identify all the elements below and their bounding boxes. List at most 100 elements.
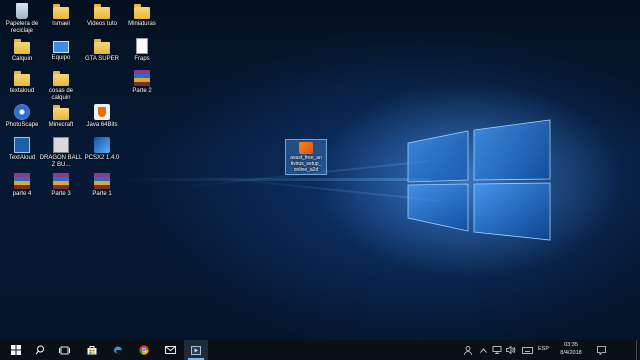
- people-button[interactable]: [462, 340, 474, 360]
- chevron-up-icon: [479, 347, 487, 353]
- desktop-icon-label: Equipo: [51, 55, 71, 61]
- keyboard-icon: [521, 346, 533, 354]
- start-button[interactable]: [4, 340, 28, 360]
- photoscape-icon: [14, 104, 30, 120]
- computer-icon: [53, 41, 69, 53]
- avast-installer-icon: [299, 142, 313, 154]
- network-icon: [492, 346, 502, 354]
- desktop-icon-label: Parte 3: [51, 191, 71, 197]
- logo-pane-bottom-left: [407, 183, 469, 232]
- clock-time: 03:35: [564, 342, 578, 348]
- desktop-icon-label: Parte 2: [132, 88, 152, 94]
- search-button[interactable]: [28, 340, 52, 360]
- winrar-archive-icon: [134, 70, 150, 86]
- folder-icon: [53, 105, 69, 120]
- folder-icon: [94, 4, 110, 19]
- desktop-icon-label: parte 4: [12, 191, 32, 197]
- chrome-button[interactable]: [132, 340, 156, 360]
- desktop-icon-cosas-de-calquin[interactable]: cosas de calquin: [39, 70, 83, 102]
- desktop-icon-label: PCSX2 1.4.0: [84, 155, 120, 161]
- desktop-icon-label: textaloud: [9, 88, 35, 94]
- folder-icon: [134, 4, 150, 19]
- edge-icon: [113, 346, 122, 354]
- desktop-icon-dragon-ball[interactable]: DRAGON BALL Z BU...: [39, 137, 83, 169]
- desktop-icon-label: cosas de calquin: [48, 88, 73, 101]
- desktop-icon-label: Videos tuto: [87, 21, 117, 27]
- desktop-icon-recycle-bin[interactable]: Papelera de reciclaje: [0, 3, 44, 35]
- desktop-icon-label: DRAGON BALL Z BU...: [39, 155, 83, 168]
- desktop-icon-parte-3[interactable]: Parte 3: [39, 173, 83, 198]
- winrar-archive-icon: [53, 173, 69, 189]
- folder-icon: [53, 4, 69, 19]
- search-icon: [35, 345, 44, 355]
- desktop-icon-label: Miniaturas: [128, 21, 156, 27]
- volume-button[interactable]: [505, 340, 517, 360]
- desktop-icon-parte-4[interactable]: parte 4: [0, 173, 44, 198]
- desktop-icon-label: GTA SUPER: [85, 56, 119, 62]
- folder-icon: [14, 39, 30, 54]
- notification-icon: [596, 345, 606, 355]
- desktop-icon-fraps[interactable]: Fraps: [120, 38, 164, 63]
- desktop-icon-minecraft[interactable]: Minecraft: [39, 104, 83, 129]
- network-button[interactable]: [491, 340, 503, 360]
- keyboard-button[interactable]: [520, 340, 534, 360]
- person-icon: [464, 345, 472, 355]
- clock-date: 8/4/2018: [560, 350, 582, 356]
- folder-icon: [53, 71, 69, 86]
- taskbar: ESP 03:35 8/4/2018: [0, 340, 640, 360]
- desktop-icon-textaloud-folder[interactable]: textaloud: [0, 70, 44, 95]
- desktop-icon-parte-2[interactable]: Parte 2: [120, 70, 164, 95]
- logo-pane-top-right: [473, 119, 551, 181]
- desktop-icon-label: Fraps: [134, 56, 150, 62]
- desktop-icon-java[interactable]: Java 64Bits: [80, 104, 124, 129]
- hidden-icons-button[interactable]: [478, 340, 488, 360]
- recycle-bin-icon: [16, 3, 28, 19]
- mail-button[interactable]: [158, 340, 182, 360]
- desktop-icon-parte-1[interactable]: Parte 1: [80, 173, 124, 198]
- java-icon: [94, 104, 110, 120]
- logo-pane-top-left: [407, 130, 469, 183]
- mail-icon: [164, 346, 176, 354]
- running-app-button[interactable]: [184, 340, 208, 360]
- folder-icon: [14, 71, 30, 86]
- desktop-icon-photoscape[interactable]: PhotoScape: [0, 104, 44, 129]
- desktop[interactable]: Papelera de reciclaje Calquin textaloud …: [0, 0, 640, 340]
- desktop-icon-label: Ismael: [52, 21, 70, 27]
- input-language-indicator[interactable]: ESP: [538, 346, 549, 352]
- task-view-icon: [58, 346, 70, 354]
- desktop-icon-label: TextAloud: [8, 155, 36, 161]
- desktop-icon-videos-tuto[interactable]: Videos tuto: [80, 3, 124, 28]
- edge-button[interactable]: [106, 340, 130, 360]
- app-window-icon: [191, 345, 201, 355]
- show-desktop-button[interactable]: [636, 340, 640, 360]
- desktop-icon-miniaturas[interactable]: Miniaturas: [120, 3, 164, 28]
- volume-icon: [506, 346, 516, 354]
- desktop-icon-label: avast_free_an tivirus_setup_ online_a2d: [290, 155, 322, 173]
- folder-icon: [94, 39, 110, 54]
- desktop-icon-ismael[interactable]: Ismael: [39, 3, 83, 28]
- desktop-icon-equipo[interactable]: Equipo: [39, 38, 83, 62]
- winrar-archive-icon: [14, 173, 30, 189]
- task-view-button[interactable]: [52, 340, 76, 360]
- desktop-icon-avast-installer[interactable]: avast_free_an tivirus_setup_ online_a2d: [285, 139, 327, 175]
- action-center-button[interactable]: [594, 340, 608, 360]
- winrar-archive-icon: [94, 173, 110, 189]
- dragon-ball-icon: [53, 137, 69, 153]
- desktop-icon-pcsx2[interactable]: PCSX2 1.4.0: [80, 137, 124, 162]
- desktop-icon-label: Papelera de reciclaje: [5, 21, 39, 34]
- desktop-icon-calquin[interactable]: Calquin: [0, 38, 44, 63]
- chrome-icon: [139, 345, 149, 355]
- desktop-icon-label: Minecraft: [48, 122, 74, 128]
- pcsx2-icon: [94, 137, 110, 153]
- desktop-icon-label: Calquin: [11, 56, 33, 62]
- desktop-icon-label: Java 64Bits: [86, 122, 118, 128]
- desktop-icon-label: Parte 1: [92, 191, 112, 197]
- desktop-icon-textaloud[interactable]: TextAloud: [0, 137, 44, 162]
- windows-icon: [11, 345, 21, 355]
- clock[interactable]: 03:35 8/4/2018: [551, 341, 591, 357]
- desktop-icon-gta-super[interactable]: GTA SUPER: [80, 38, 124, 63]
- store-icon: [87, 346, 97, 355]
- textaloud-icon: [14, 137, 30, 153]
- fraps-icon: [136, 38, 148, 54]
- store-button[interactable]: [80, 340, 104, 360]
